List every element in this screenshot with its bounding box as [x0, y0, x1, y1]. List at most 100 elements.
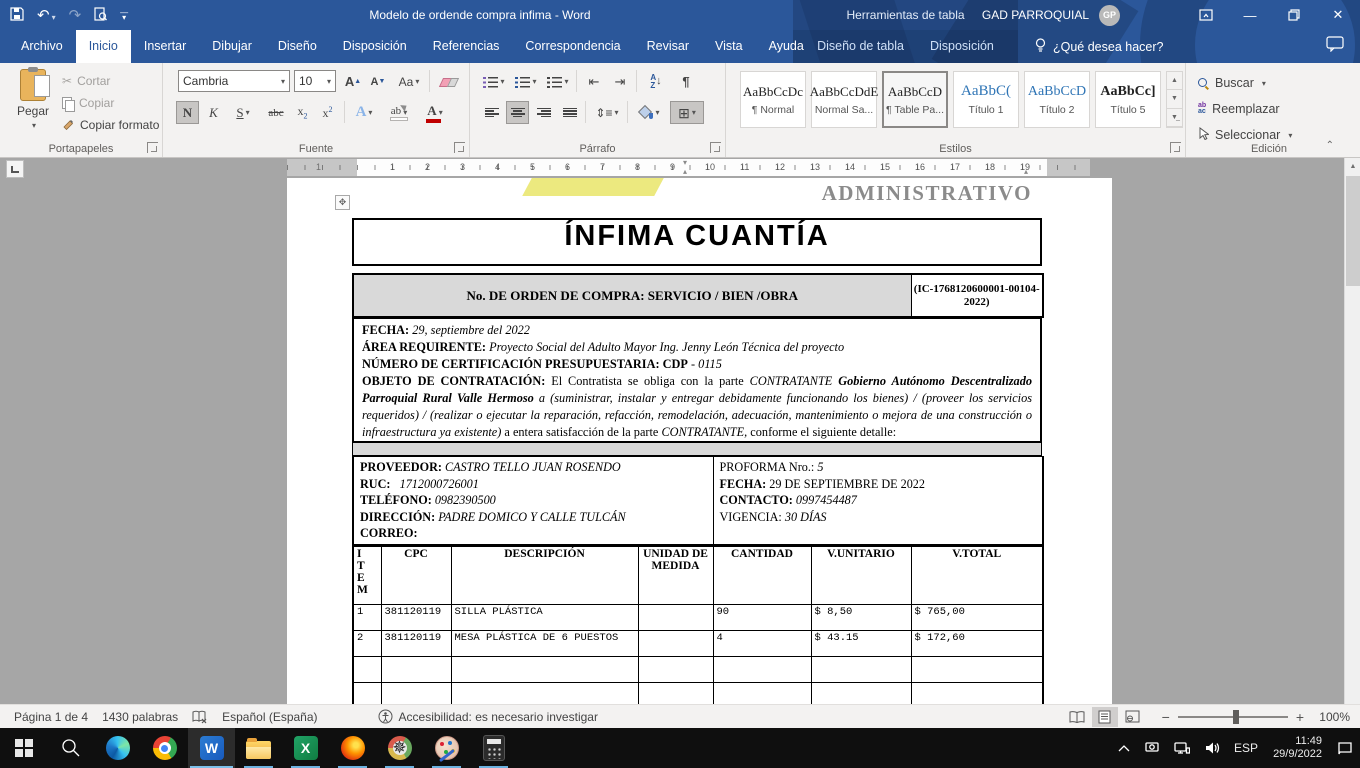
decrease-indent-button[interactable]: ⇤ [582, 70, 606, 93]
font-color-button[interactable]: A▾ [420, 101, 450, 124]
minimize-button[interactable]: — [1228, 0, 1272, 30]
items-table-cell[interactable] [353, 656, 381, 682]
supplier-cell[interactable]: PROVEEDOR: CASTRO TELLO JUAN ROSENDO RUC… [353, 457, 713, 545]
align-left-button[interactable] [480, 101, 503, 124]
tab-insertar[interactable]: Insertar [131, 30, 199, 63]
tab-diseno-de-tabla[interactable]: Diseño de tabla [804, 30, 917, 63]
increase-indent-button[interactable]: ⇥ [608, 70, 632, 93]
web-layout-button[interactable] [1120, 707, 1146, 727]
grow-font-button[interactable]: A▲ [341, 70, 365, 93]
items-table-cell[interactable]: 381120119 [381, 604, 451, 630]
cut-button[interactable]: ✂ Cortar [62, 71, 110, 91]
font-size-combobox[interactable]: 10 ▾ [294, 70, 336, 92]
order-code-cell[interactable]: (IC-1768120600001-00104-2022) [911, 274, 1043, 317]
tab-vista[interactable]: Vista [702, 30, 756, 63]
objeto-paragraph[interactable]: OBJETO DE CONTRATACIÓN: El Contratista s… [362, 373, 1032, 441]
save-icon[interactable] [10, 7, 24, 23]
shading-button[interactable]: ▾ [633, 101, 665, 124]
input-language-indicator[interactable]: ESP [1227, 728, 1265, 768]
dialog-launcher-icon[interactable] [710, 142, 721, 153]
tab-revisar[interactable]: Revisar [634, 30, 702, 63]
taskbar-file-explorer[interactable] [235, 728, 282, 768]
items-table-cell[interactable]: 90 [713, 604, 811, 630]
restore-button[interactable] [1272, 0, 1316, 30]
strikethrough-button[interactable]: abc [262, 101, 290, 124]
accessibility-status[interactable]: Accesibilidad: es necesario investigar [378, 709, 598, 724]
print-layout-button[interactable] [1092, 707, 1118, 727]
line-spacing-button[interactable]: ⇕≡▾ [591, 101, 623, 124]
contract-info-cell[interactable]: FECHA: 29, septiembre del 2022 ÁREA REQU… [353, 319, 1041, 443]
sort-button[interactable]: AZ↓ [642, 70, 670, 93]
scroll-up-icon[interactable]: ▲ [1345, 158, 1360, 174]
clear-formatting-button[interactable] [435, 70, 461, 93]
start-button[interactable] [0, 728, 47, 768]
word-count[interactable]: 1430 palabras [102, 710, 178, 724]
items-table-cell[interactable] [381, 656, 451, 682]
text-highlight-button[interactable]: ab▾ [382, 101, 416, 124]
page-indicator[interactable]: Página 1 de 4 [14, 710, 88, 724]
style-titulo-1[interactable]: AaBbC( Título 1 [953, 71, 1019, 128]
proforma-cell[interactable]: PROFORMA Nro.: 5 FECHA: 29 DE SEPTIEMBRE… [713, 457, 1043, 545]
replace-button[interactable]: abac Reemplazar [1198, 99, 1280, 119]
close-button[interactable]: ✕ [1316, 0, 1360, 30]
style-titulo-2[interactable]: AaBbCcD Título 2 [1024, 71, 1090, 128]
items-table-cell[interactable]: 2 [353, 630, 381, 656]
format-painter-button[interactable]: Copiar formato [62, 115, 159, 135]
items-table-cell[interactable] [638, 604, 713, 630]
italic-button[interactable]: K [202, 101, 225, 124]
tray-display-icon[interactable] [1137, 728, 1167, 768]
zoom-percentage[interactable]: 100% [1312, 710, 1350, 724]
items-table-cell[interactable] [381, 682, 451, 704]
feedback-icon[interactable] [1326, 36, 1344, 57]
items-table-cell[interactable] [638, 656, 713, 682]
numbering-button[interactable]: ▾ [512, 70, 540, 93]
read-mode-button[interactable] [1064, 707, 1090, 727]
zoom-slider[interactable] [1178, 716, 1288, 718]
find-button[interactable]: Buscar ▾ [1198, 73, 1266, 93]
items-table-cell[interactable] [353, 682, 381, 704]
tab-dibujar[interactable]: Dibujar [199, 30, 265, 63]
underline-button[interactable]: S▾ [227, 101, 259, 124]
items-table-cell[interactable] [713, 656, 811, 682]
taskbar-calculator[interactable] [470, 728, 517, 768]
zoom-in-button[interactable]: + [1296, 709, 1304, 725]
items-table-cell[interactable] [638, 630, 713, 656]
align-center-button[interactable] [506, 101, 529, 124]
multilevel-list-button[interactable]: ▾ [544, 70, 572, 93]
paste-button[interactable]: Pegar ▾ [10, 69, 56, 147]
document-title[interactable]: ÍNFIMA CUANTÍA [353, 219, 1041, 265]
style-titulo-5[interactable]: AaBbCc] Título 5 [1095, 71, 1161, 128]
taskbar-edge[interactable] [94, 728, 141, 768]
tray-expand-icon[interactable] [1111, 728, 1137, 768]
vertical-scrollbar[interactable]: ▲ [1344, 158, 1360, 704]
items-table-cell[interactable] [911, 682, 1043, 704]
zoom-slider-thumb[interactable] [1233, 710, 1239, 724]
bold-button[interactable]: N [176, 101, 199, 124]
zoom-out-button[interactable]: − [1162, 709, 1170, 725]
items-table-cell[interactable]: $ 8,50 [811, 604, 911, 630]
taskbar-firefox[interactable] [329, 728, 376, 768]
header-cantidad[interactable]: CANTIDAD [713, 546, 811, 604]
items-table-cell[interactable] [911, 656, 1043, 682]
tab-referencias[interactable]: Referencias [420, 30, 513, 63]
order-label-cell[interactable]: No. DE ORDEN DE COMPRA: SERVICIO / BIEN … [353, 274, 911, 317]
tab-stop-selector[interactable] [6, 160, 24, 178]
items-table-cell[interactable]: $ 172,60 [911, 630, 1043, 656]
taskbar-screenshot-tool[interactable] [376, 728, 423, 768]
items-table-cell[interactable]: MESA PLÁSTICA DE 6 PUESTOS [451, 630, 638, 656]
undo-button[interactable]: ↶▾ [37, 6, 56, 24]
taskbar-chrome[interactable] [141, 728, 188, 768]
language-indicator[interactable]: Español (España) [222, 710, 317, 724]
network-icon[interactable] [1167, 728, 1197, 768]
header-item[interactable]: ITEM [353, 546, 381, 604]
header-vunitario[interactable]: V.UNITARIO [811, 546, 911, 604]
header-logo-shape[interactable] [522, 178, 664, 196]
action-center-icon[interactable] [1330, 728, 1360, 768]
taskbar-search-button[interactable] [47, 728, 94, 768]
gray-separator-row[interactable] [352, 443, 1042, 456]
volume-icon[interactable] [1197, 728, 1227, 768]
justify-button[interactable] [558, 101, 581, 124]
shrink-font-button[interactable]: A▼ [366, 70, 390, 93]
scrollbar-thumb[interactable] [1346, 176, 1360, 286]
dialog-launcher-icon[interactable] [454, 142, 465, 153]
